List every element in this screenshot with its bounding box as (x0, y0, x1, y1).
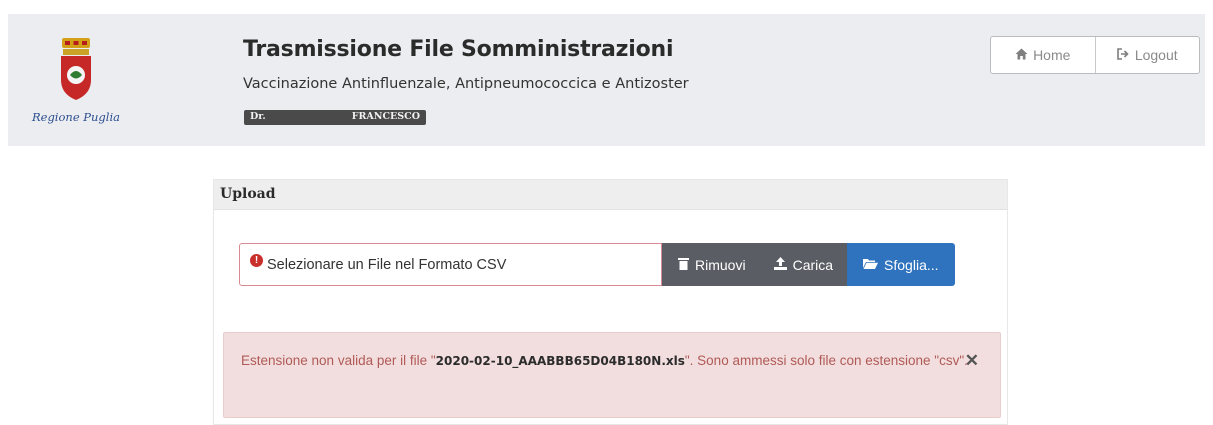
error-alert: Estensione non valida per il file "2020-… (223, 332, 1001, 418)
regione-puglia-crest-icon (61, 38, 91, 100)
page-header: Regione Puglia Trasmissione File Sommini… (8, 14, 1205, 146)
upload-panel-title: Upload (214, 180, 1007, 210)
user-title: Dr. (250, 111, 266, 122)
alert-filename: 2020-02-10_AAABBB65D04B180N.xls (435, 354, 685, 368)
home-label: Home (1033, 47, 1071, 63)
page-title: Trasmissione File Somministrazioni (243, 37, 674, 62)
error-icon: ! (250, 254, 263, 267)
home-button[interactable]: Home (991, 37, 1095, 73)
file-upload-group: ! Selezionare un File nel Formato CSV Ri… (239, 243, 955, 286)
user-name: FRANCESCO (351, 111, 420, 122)
logo-text: Regione Puglia (31, 110, 120, 124)
upload-icon (773, 256, 787, 273)
nav-button-group: Home Logout (990, 36, 1200, 74)
remove-label: Rimuovi (695, 256, 746, 273)
browse-label: Sfoglia... (884, 256, 939, 273)
close-icon[interactable]: ✕ (965, 350, 979, 372)
user-badge: Dr. FRANCESCO (244, 110, 426, 125)
browse-button[interactable]: Sfoglia... (847, 243, 955, 286)
remove-button[interactable]: Rimuovi (662, 243, 760, 286)
upload-label: Carica (792, 256, 834, 273)
upload-button[interactable]: Carica (759, 243, 848, 286)
page-subtitle: Vaccinazione Antinfluenzale, Antipneumoc… (243, 76, 689, 92)
file-field-placeholder: Selezionare un File nel Formato CSV (267, 256, 507, 273)
logo: Regione Puglia (28, 36, 124, 124)
logout-button[interactable]: Logout (1094, 37, 1200, 73)
logout-label: Logout (1134, 47, 1178, 63)
file-name-field[interactable]: ! Selezionare un File nel Formato CSV (239, 243, 662, 286)
home-icon (1015, 48, 1028, 63)
folder-open-icon (863, 257, 879, 272)
upload-panel: Upload ! Selezionare un File nel Formato… (213, 179, 1008, 425)
alert-message-prefix: Estensione non valida per il file " (241, 353, 436, 368)
sign-out-icon (1117, 47, 1130, 63)
alert-message-suffix: ". Sono ammessi solo file con estensione… (684, 353, 968, 368)
trash-icon (678, 257, 689, 273)
